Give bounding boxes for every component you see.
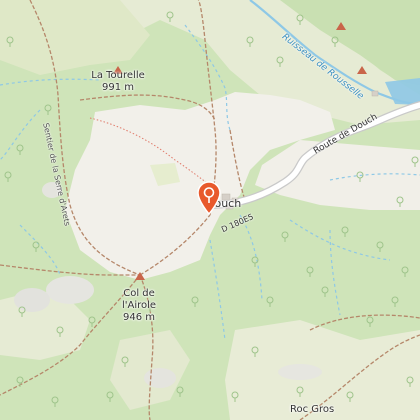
tree-icon [51, 396, 59, 407]
tree-icon [166, 11, 174, 22]
tree-icon [121, 356, 129, 367]
peak-label-roc-gros: Roc Gros [290, 404, 335, 415]
tree-icon [176, 386, 184, 397]
tree-icon [266, 296, 274, 307]
tree-icon [341, 226, 349, 237]
tree-icon [4, 171, 12, 182]
tree-icon [321, 286, 329, 297]
tree-icon [191, 296, 199, 307]
peak-name: La Tourelle [91, 70, 145, 81]
tree-icon [106, 391, 114, 402]
pass-altitude: 946 m [122, 312, 155, 323]
tree-icon [411, 156, 419, 167]
pass-name-line1: Col de [123, 288, 155, 299]
tree-icon [401, 266, 409, 277]
tree-icon [16, 144, 24, 155]
tree-icon [88, 316, 96, 327]
tree-icon [6, 36, 14, 47]
tree-icon [396, 196, 404, 207]
tree-icon [32, 241, 40, 252]
peak-label-la-tourelle: La Tourelle 991 m [82, 70, 154, 94]
pass-label-col-airole: Col de l'Airole 946 m [106, 288, 172, 324]
tree-icon [56, 326, 64, 337]
tree-icon [306, 266, 314, 277]
tree-icon [16, 376, 24, 387]
tree-icon [231, 391, 239, 402]
tree-icon [251, 346, 259, 357]
tree-icon [406, 376, 414, 387]
map-canvas[interactable]: La Tourelle 991 m Col de l'Airole 946 m … [0, 0, 420, 420]
tree-icon [44, 104, 52, 115]
peak-altitude: 991 m [101, 82, 134, 93]
tree-icon [346, 391, 354, 402]
tree-icon [276, 56, 284, 67]
tree-icon [251, 256, 259, 267]
tree-icon [356, 171, 364, 182]
tree-icon [246, 36, 254, 47]
tree-icon [296, 386, 304, 397]
tree-icon [18, 306, 26, 317]
tree-icon [376, 241, 384, 252]
location-pin-icon[interactable] [196, 181, 222, 216]
tree-icon [391, 296, 399, 307]
pass-name-line2: l'Airole [121, 300, 157, 311]
tree-icon [366, 316, 374, 327]
tree-icon [281, 231, 289, 242]
tree-icon [331, 36, 339, 47]
tree-icon [296, 14, 304, 25]
